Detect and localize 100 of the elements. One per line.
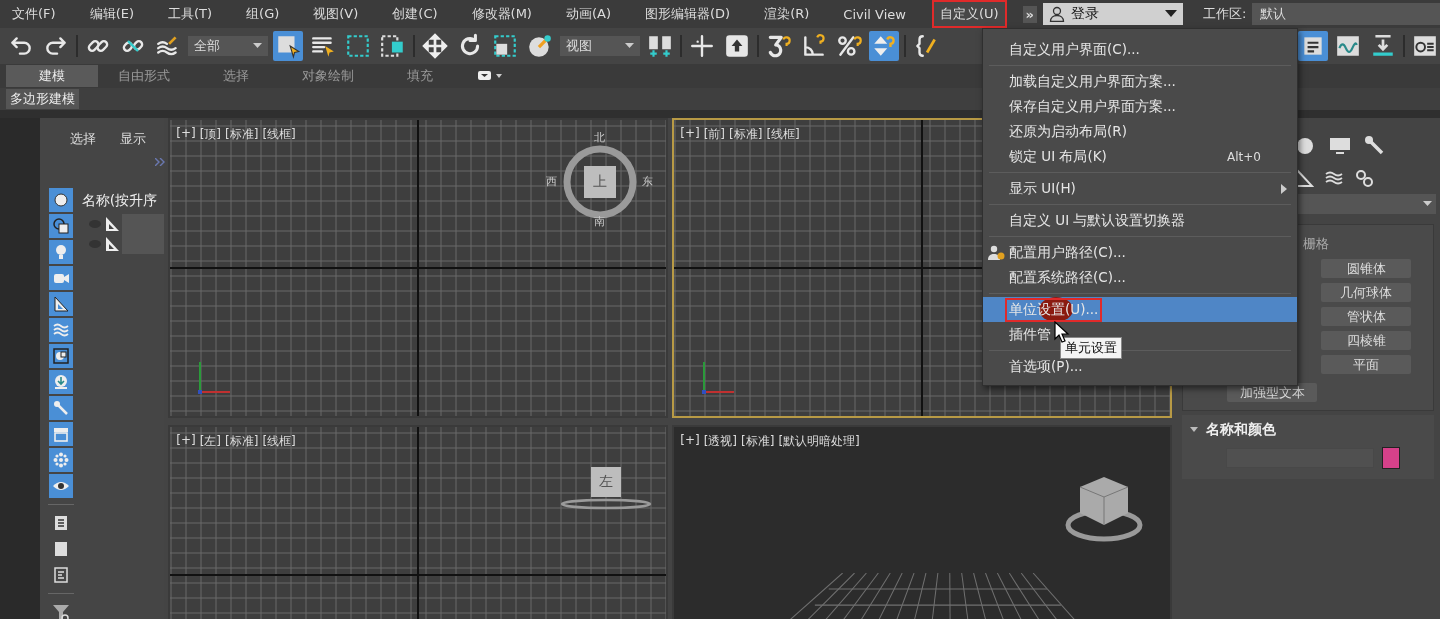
region-icon bbox=[345, 33, 371, 59]
scale-icon bbox=[492, 33, 518, 59]
viewport-menu[interactable]: [标准] bbox=[225, 126, 259, 143]
container-filter-button[interactable] bbox=[48, 422, 73, 446]
viewport-menu[interactable]: [默认明暗处理] bbox=[778, 433, 860, 450]
viewcube-face[interactable]: 左 bbox=[591, 467, 622, 497]
object-type-button[interactable]: 管状体 bbox=[1321, 307, 1412, 326]
menu-item[interactable]: 自定义(U) bbox=[931, 0, 1007, 28]
viewport-menu[interactable]: [顶] bbox=[199, 126, 222, 143]
name-column-header[interactable]: 名称(按升序 bbox=[81, 188, 165, 214]
gears-icon[interactable] bbox=[1354, 168, 1375, 188]
object-type-button[interactable]: 平面 bbox=[1321, 355, 1412, 374]
camera-filter-button[interactable] bbox=[48, 266, 73, 290]
viewport[interactable]: [+] [透视] [标准] [默认明暗处理] bbox=[672, 425, 1173, 619]
rollout-title[interactable]: 名称和颜色 bbox=[1206, 421, 1277, 439]
spinner-button[interactable] bbox=[869, 31, 899, 61]
caret-icon bbox=[625, 43, 634, 49]
explorer-tab[interactable]: 选择 bbox=[69, 130, 96, 148]
toolbar-dropdown[interactable]: 视图 bbox=[560, 36, 640, 56]
menu-item[interactable]: Civil View bbox=[835, 1, 914, 27]
viewport-menu[interactable]: [前] bbox=[703, 126, 726, 143]
ribbon-tab[interactable]: 选择 bbox=[190, 65, 282, 87]
move-button[interactable] bbox=[420, 31, 450, 61]
menu-item[interactable]: 编辑(E) bbox=[81, 0, 142, 28]
select-button[interactable] bbox=[273, 31, 303, 61]
filter-icon[interactable] bbox=[51, 604, 70, 619]
frame-icon bbox=[1412, 33, 1438, 59]
viewport[interactable]: [+] [顶] [标准] [线框] 北 西 上 东 南 bbox=[168, 118, 669, 418]
ribbon-tab[interactable]: 对象绘制 bbox=[282, 65, 374, 87]
menu-item[interactable]: 文件(F) bbox=[4, 0, 64, 28]
viewport-menu[interactable]: [标准] bbox=[729, 126, 763, 143]
menu-item[interactable]: 组(G) bbox=[238, 0, 288, 28]
viewport-menu[interactable]: [线框] bbox=[766, 126, 800, 143]
warp-filter-button[interactable] bbox=[48, 318, 73, 342]
light-filter-button[interactable] bbox=[48, 240, 73, 264]
compass-label[interactable]: 北 bbox=[594, 130, 606, 145]
explorer-tab[interactable]: 显示 bbox=[119, 130, 146, 148]
viewport-menu[interactable]: [线框] bbox=[262, 433, 296, 450]
menu-item[interactable]: 工具(T) bbox=[160, 0, 221, 28]
menu-item[interactable]: 动画(A) bbox=[557, 0, 619, 28]
editor-button[interactable] bbox=[1298, 31, 1328, 61]
ribbon-tab[interactable]: 填充 bbox=[374, 65, 466, 87]
workspace-dropdown[interactable]: 默认 bbox=[1252, 3, 1440, 25]
menu-item[interactable]: 还原为启动布局(R) bbox=[1005, 119, 1131, 144]
compass-label[interactable]: 西 bbox=[546, 174, 558, 189]
shape-filter-button[interactable] bbox=[48, 214, 73, 238]
viewport-menu[interactable]: [+] bbox=[176, 433, 196, 450]
viewcube-face[interactable]: 上 bbox=[584, 166, 617, 198]
menu-item[interactable]: 自定义用户界面(C)... bbox=[1005, 37, 1144, 62]
display-none-icon[interactable] bbox=[53, 541, 68, 557]
object-type-button[interactable]: 圆锥体 bbox=[1321, 259, 1412, 278]
viewport-menu[interactable]: [透视] bbox=[703, 433, 738, 450]
menu-item[interactable]: 图形编辑器(D) bbox=[637, 0, 739, 28]
menu-item[interactable]: 视图(V) bbox=[305, 0, 367, 28]
geometry-filter-button[interactable] bbox=[48, 188, 73, 212]
viewport-menu[interactable]: [+] bbox=[680, 433, 700, 450]
viewport-menu[interactable]: [左] bbox=[199, 433, 222, 450]
ribbon-tab[interactable]: 自由形式 bbox=[98, 65, 190, 87]
menu-item[interactable]: 插件管 bbox=[1005, 322, 1055, 347]
menu-item[interactable]: 配置用户路径(C)... bbox=[1005, 240, 1130, 265]
percent-icon bbox=[836, 33, 862, 59]
toolbar-dropdown[interactable]: 全部 bbox=[188, 36, 268, 56]
viewport-menu[interactable]: [线框] bbox=[262, 126, 296, 143]
menu-item[interactable]: 创建(C) bbox=[384, 0, 446, 28]
eye-filter-button[interactable] bbox=[48, 474, 73, 498]
menu-item[interactable]: 加载自定义用户界面方案... bbox=[1005, 69, 1180, 94]
menu-item[interactable]: 保存自定义用户界面方案... bbox=[1005, 94, 1180, 119]
menu-item[interactable]: 锁定 UI 布局(K) bbox=[1005, 144, 1111, 169]
group-filter-button[interactable] bbox=[48, 344, 73, 368]
xref-filter-button[interactable] bbox=[48, 370, 73, 394]
viewport-menu[interactable]: [+] bbox=[680, 126, 700, 143]
login-dropdown[interactable]: 登录 bbox=[1043, 3, 1183, 25]
autogrid-label: 栅格 bbox=[1303, 235, 1330, 253]
ruler-icon bbox=[103, 216, 120, 232]
collapse-icon[interactable] bbox=[1190, 427, 1199, 433]
bone-filter-button[interactable] bbox=[48, 396, 73, 420]
menu-item[interactable]: 渲染(R) bbox=[756, 0, 818, 28]
color-swatch[interactable] bbox=[1382, 447, 1401, 469]
particle-filter-button[interactable] bbox=[48, 448, 73, 472]
invert-display-icon[interactable] bbox=[53, 567, 68, 583]
viewport-menu[interactable]: [标准] bbox=[741, 433, 775, 450]
menu-item[interactable]: 修改器(M) bbox=[463, 0, 540, 28]
object-type-button[interactable]: 几何球体 bbox=[1321, 283, 1412, 302]
viewport[interactable]: [+] [左] [标准] [线框] 左 bbox=[168, 425, 669, 619]
menu-item[interactable]: 配置系统路径(C)... bbox=[1005, 265, 1130, 290]
object-type-button[interactable]: 四棱锥 bbox=[1321, 331, 1412, 350]
ribbon-tab[interactable]: 建模 bbox=[6, 65, 98, 87]
move-icon bbox=[422, 33, 448, 59]
viewport-menu[interactable]: [标准] bbox=[225, 433, 259, 450]
helper-filter-button[interactable] bbox=[48, 292, 73, 316]
compass-label[interactable]: 南 bbox=[594, 214, 606, 229]
menu-overflow-button[interactable]: » bbox=[1022, 5, 1037, 23]
viewport-menu[interactable]: [+] bbox=[176, 126, 196, 143]
display-all-icon[interactable] bbox=[53, 515, 68, 531]
monitor-tab-icon[interactable] bbox=[1328, 135, 1353, 157]
ribbon-options-button[interactable] bbox=[478, 71, 504, 81]
polygon-modeling-button[interactable]: 多边形建模 bbox=[6, 89, 79, 109]
menu-item[interactable]: 显示 UI(H) bbox=[1005, 176, 1080, 201]
workspace-label: 工作区: bbox=[1203, 5, 1247, 23]
compass-label[interactable]: 东 bbox=[642, 174, 654, 189]
